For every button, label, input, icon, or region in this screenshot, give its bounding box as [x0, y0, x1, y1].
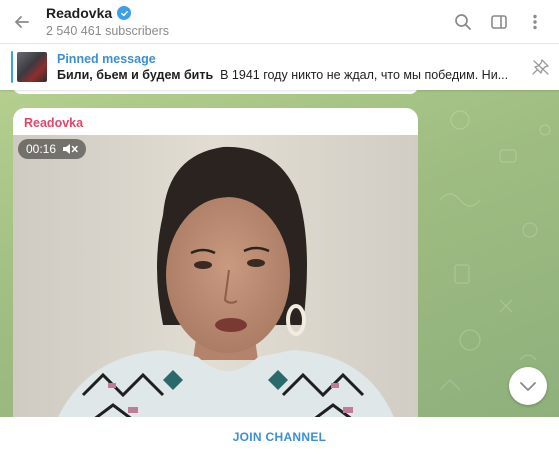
video-frame — [13, 135, 418, 417]
chat-area: Readovka 00:16 — [0, 90, 559, 417]
pinned-message-bar[interactable]: Pinned message Били, бьем и будем бить В… — [0, 44, 559, 90]
verified-icon — [117, 6, 132, 20]
video-duration-badge[interactable]: 00:16 — [18, 139, 87, 159]
pin-icon — [532, 59, 549, 75]
chat-header: Readovka 2 540 461 subscribers — [0, 0, 559, 44]
pinned-thumbnail — [17, 52, 47, 82]
more-menu-button[interactable] — [525, 12, 545, 32]
search-icon — [455, 13, 471, 30]
sidebar-toggle-icon — [491, 14, 507, 29]
muted-speaker-icon — [63, 144, 78, 154]
channel-title-block[interactable]: Readovka 2 540 461 subscribers — [44, 5, 453, 38]
video-duration: 00:16 — [26, 142, 57, 156]
pinned-label: Pinned message — [57, 52, 156, 66]
unpin-button[interactable] — [529, 58, 559, 76]
chevron-down-icon — [520, 382, 536, 391]
subscriber-count: 2 540 461 subscribers — [46, 24, 169, 38]
message-bubble[interactable]: Readovka 00:16 — [13, 108, 418, 417]
message-sender: Readovka — [24, 116, 84, 130]
join-channel-bar: JOIN CHANNEL — [0, 417, 559, 457]
pinned-title: Били, бьем и будем бить — [57, 68, 214, 82]
pinned-snippet: Били, бьем и будем бить В 1941 году никт… — [57, 68, 529, 82]
join-channel-button[interactable]: JOIN CHANNEL — [233, 430, 327, 444]
back-arrow-icon — [15, 15, 29, 28]
channel-name: Readovka — [46, 5, 113, 21]
back-button[interactable] — [0, 0, 44, 44]
scroll-to-bottom-button[interactable] — [509, 367, 547, 405]
video-player[interactable]: 00:16 — [13, 135, 418, 417]
search-button[interactable] — [453, 12, 473, 32]
pinned-indicator — [11, 51, 13, 83]
previous-message-bubble — [13, 90, 418, 94]
sidebar-toggle-button[interactable] — [489, 12, 509, 32]
more-vertical-icon — [533, 14, 537, 29]
pinned-text: В 1941 году никто не ждал, что мы победи… — [220, 68, 509, 82]
